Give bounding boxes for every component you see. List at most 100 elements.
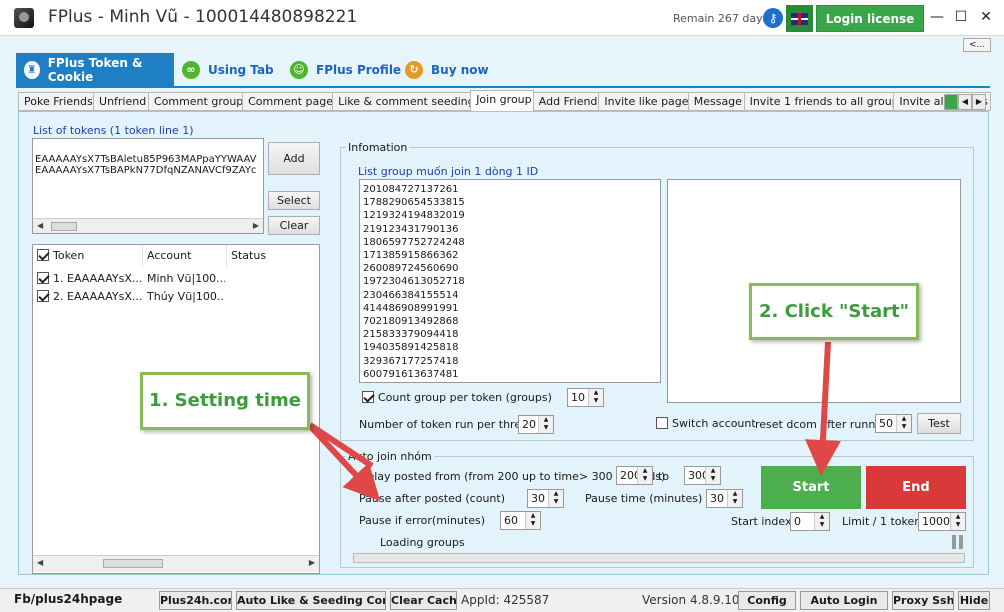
tab-fplus-token-cookie[interactable]: ♜ FPlus Token & Cookie (16, 53, 174, 86)
scroll-left-icon[interactable]: ◀ (37, 558, 43, 567)
tokens-scrollbar[interactable]: ◀ ▶ (33, 218, 263, 233)
pause-icon[interactable] (952, 535, 964, 549)
group-id-line: 702180913492868 (363, 316, 459, 328)
app-id: AppId: 425587 (461, 593, 550, 607)
group-id-line: 329367177257418 (363, 355, 459, 367)
information-label: Infomation (346, 141, 410, 154)
switch-account-checkbox[interactable] (656, 417, 668, 429)
thread-stepper[interactable]: 20 (518, 415, 554, 434)
scroll-thumb[interactable] (51, 222, 77, 231)
minimize-button[interactable]: — (925, 6, 949, 28)
account-cell: Minh Vũ|100... (147, 272, 225, 285)
table-row[interactable]: 1. EAAAAAYsX... Minh Vũ|100... (33, 270, 319, 288)
table-scrollbar[interactable]: ◀ ▶ (33, 555, 319, 572)
column-header-account[interactable]: Account (143, 245, 227, 267)
tab-add-friend[interactable]: Add Friend (532, 92, 600, 111)
uk-flag-icon[interactable] (786, 5, 813, 32)
auto-login-button[interactable]: Auto Login (800, 591, 888, 610)
window-title: FPlus - Minh Vũ - 100014480898221 (48, 7, 358, 27)
tab-buy-now[interactable]: ↻ Buy now (405, 58, 489, 82)
loading-status: Loading groups (380, 536, 465, 549)
select-token-button[interactable]: Select (268, 191, 320, 210)
tab-message[interactable]: Message (687, 92, 745, 111)
group-id-line: 1219324194832019 (363, 210, 465, 222)
row-checkbox[interactable] (37, 272, 49, 284)
proxy-ssh-button[interactable]: Proxy Ssh (892, 591, 954, 610)
tab-using-tab[interactable]: ∞ Using Tab (182, 58, 274, 82)
token-text: 1. EAAAAAYsX... (53, 272, 143, 285)
clear-token-button[interactable]: Clear (268, 216, 320, 235)
login-license-button[interactable]: Login license (816, 5, 924, 32)
group-id-line: 414486908991991 (363, 302, 459, 314)
refresh-icon: ↻ (405, 61, 423, 79)
add-token-button[interactable]: Add (268, 142, 320, 175)
column-header-token[interactable]: Token (33, 245, 143, 267)
start-index-stepper[interactable]: 0 (790, 512, 830, 531)
tab-scroll-left-icon[interactable]: ◀ (958, 94, 972, 110)
pause-error-stepper[interactable]: 60 (500, 511, 541, 530)
auto-like-seeding-button[interactable]: Auto Like & Seeding Com... (236, 591, 386, 610)
group-id-line: 215833379094418 (363, 329, 459, 341)
table-row[interactable]: 2. EAAAAAYsX... Thúy Vũ|100... (33, 288, 319, 306)
scroll-right-icon[interactable]: ▶ (253, 221, 259, 230)
count-group-checkbox[interactable] (362, 391, 374, 403)
tab-comment-group[interactable]: Comment group (147, 92, 244, 111)
reset-dcom-stepper[interactable]: 50 (875, 414, 912, 433)
count-group-stepper[interactable]: 10 (567, 388, 604, 407)
start-index-label: Start index: (731, 515, 796, 528)
tab-poke-friends[interactable]: Poke Friends (18, 92, 95, 111)
pause-time-stepper[interactable]: 30 (706, 489, 743, 508)
group-id-line: 1806597752724248 (363, 236, 465, 248)
switch-account-checkbox-row[interactable]: Switch account (656, 417, 756, 430)
tab-like-comment-seeding[interactable]: Like & comment seeding (332, 92, 472, 111)
plus24h-button[interactable]: Plus24h.com (159, 591, 232, 610)
delay-to-stepper[interactable]: 300 (684, 466, 721, 485)
clear-cache-button[interactable]: Clear Cache (390, 591, 457, 610)
tab-label: FPlus Token & Cookie (47, 55, 143, 84)
scroll-left-icon[interactable]: ◀ (37, 221, 43, 230)
close-button[interactable]: ✕ (974, 6, 998, 28)
start-button[interactable]: Start (761, 466, 861, 509)
pause-after-stepper[interactable]: 30 (527, 489, 564, 508)
count-group-checkbox-row[interactable]: Count group per token (groups) (362, 391, 552, 404)
limit-stepper[interactable]: 1000 (918, 512, 966, 531)
delay-from-stepper[interactable]: 200 (616, 466, 653, 485)
group-id-line: 260089724560690 (363, 263, 459, 275)
facebook-page-link[interactable]: Fb/plus24hpage (14, 592, 122, 606)
group-id-line: 171385915866362 (363, 250, 459, 262)
select-all-checkbox[interactable] (37, 249, 49, 261)
row-checkbox[interactable] (37, 290, 49, 302)
test-button[interactable]: Test (917, 413, 961, 434)
key-icon[interactable]: ⚷ (763, 8, 783, 28)
scroll-thumb[interactable] (103, 559, 163, 568)
thread-label: Number of token run per thread: (359, 418, 539, 431)
config-button[interactable]: Config (738, 591, 796, 610)
collapse-button[interactable]: <... (963, 38, 991, 52)
limit-label: Limit / 1 token: (842, 515, 925, 528)
auto-join-label: Auto join nhóm (346, 450, 434, 463)
count-group-label: Count group per token (groups) (378, 391, 552, 404)
tab-fplus-profile[interactable]: ☺ FPlus Profile (290, 58, 401, 82)
tab-join-group[interactable]: Join group (470, 90, 534, 111)
group-ids-textarea[interactable]: 201084727137261 1788290654533815 121932419… (359, 179, 661, 383)
reset-dcom-label: reset dcom after runned (755, 418, 890, 431)
group-id-line: 1972304613052718 (363, 276, 465, 288)
tab-invite-one-friend-all-groups[interactable]: Invite 1 friends to all group (743, 92, 895, 111)
end-button[interactable]: End (866, 466, 966, 509)
column-header-status[interactable]: Status (227, 245, 321, 267)
scroll-right-icon[interactable]: ▶ (309, 558, 315, 567)
group-id-line: 600791613637481 (363, 368, 459, 380)
switch-account-label: Switch account (672, 417, 756, 430)
tab-unfriend[interactable]: Unfriend (93, 92, 149, 111)
token-line: EAAAAAYsX7TsBAletu85P963MAPpaYYWAAV (35, 154, 257, 165)
pause-time-label: Pause time (minutes) (585, 492, 703, 505)
callout-setting-time: 1. Setting time (140, 372, 310, 430)
group-id-line: 230466384155514 (363, 289, 459, 301)
tab-scroll-right-icon[interactable]: ▶ (972, 94, 986, 110)
tab-invite-like-page[interactable]: Invite like page (598, 92, 689, 111)
maximize-button[interactable]: ☐ (949, 6, 973, 28)
token-text: 2. EAAAAAYsX... (53, 290, 143, 303)
hide-button[interactable]: Hide (958, 591, 990, 610)
header-label: Token (53, 249, 85, 262)
tab-comment-page[interactable]: Comment page (242, 92, 334, 111)
